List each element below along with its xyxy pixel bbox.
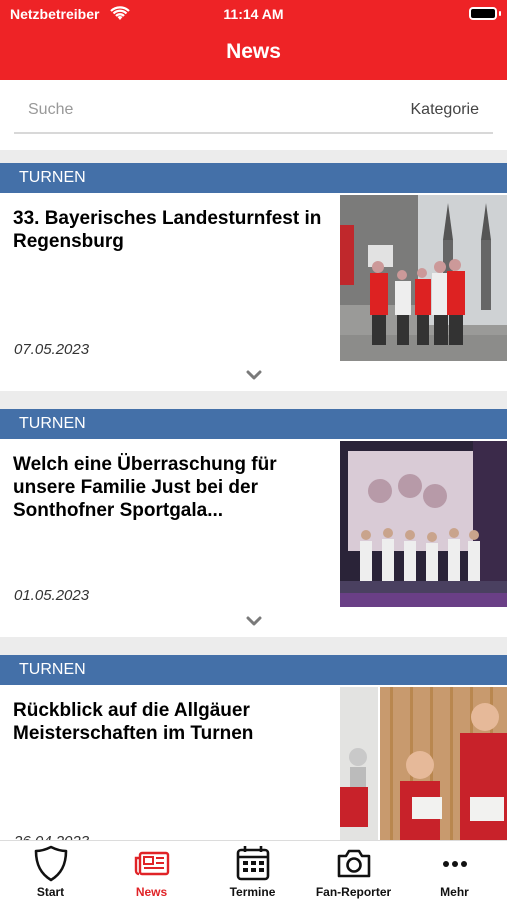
search-underline <box>14 132 493 134</box>
calendar-icon <box>236 846 270 881</box>
tab-label: Start <box>36 885 65 899</box>
category-label: TURNEN <box>0 409 507 439</box>
tab-start[interactable]: Start <box>0 841 101 900</box>
search-bar: Kategorie <box>0 80 507 150</box>
battery-icon <box>469 7 501 20</box>
article-title: 33. Bayerisches Landesturnfest in Regens… <box>13 208 322 252</box>
category-label: TURNEN <box>0 163 507 193</box>
tab-label: Fan-Reporter <box>315 885 392 899</box>
app-header: Netzbetreiber 11:14 AM News <box>0 0 507 80</box>
tab-label: News <box>135 885 168 899</box>
article-date: 07.05.2023 <box>14 341 90 358</box>
tab-fan-reporter[interactable]: Fan-Reporter <box>303 841 404 900</box>
article-date: 01.05.2023 <box>14 587 90 604</box>
tab-label: Mehr <box>440 885 469 899</box>
tab-news[interactable]: News <box>101 841 202 900</box>
tab-mehr[interactable]: Mehr <box>404 841 505 900</box>
search-input[interactable] <box>28 101 288 119</box>
chevron-down-icon[interactable] <box>245 615 263 627</box>
more-icon <box>443 861 467 867</box>
camera-icon <box>337 849 371 878</box>
tab-bar: Start News Termine Fan-Reporter Mehr <box>0 840 507 900</box>
article-title: Rückblick auf die Allgäuer Meisterschaft… <box>13 700 254 744</box>
clock: 11:14 AM <box>223 6 284 22</box>
newspaper-icon <box>134 851 170 876</box>
tab-label: Termine <box>229 885 276 899</box>
article-title: Welch eine Überraschung für unsere Famil… <box>13 454 277 521</box>
chevron-down-icon[interactable] <box>245 369 263 381</box>
news-card[interactable]: TURNEN Welch eine Überraschung für unser… <box>0 409 507 637</box>
news-card[interactable]: TURNEN 33. Bayerisches Landesturnfest in… <box>0 163 507 391</box>
tab-termine[interactable]: Termine <box>202 841 303 900</box>
article-photo <box>340 687 507 853</box>
article-photo <box>340 441 507 607</box>
category-filter-button[interactable]: Kategorie <box>411 101 480 119</box>
page-title: News <box>226 40 281 63</box>
status-bar: Netzbetreiber 11:14 AM <box>0 0 507 28</box>
article-photo <box>340 195 507 361</box>
category-label: TURNEN <box>0 655 507 685</box>
shield-icon <box>34 845 68 882</box>
